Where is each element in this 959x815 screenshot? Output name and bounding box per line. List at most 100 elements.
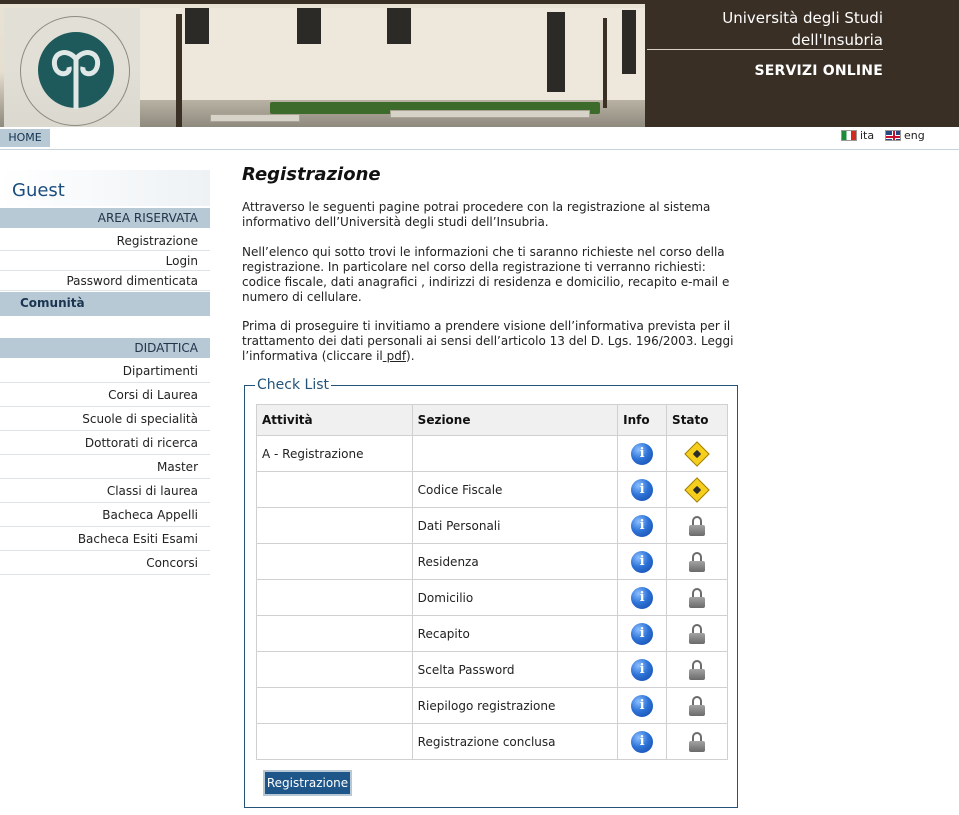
cell-sezione: Codice Fiscale [411, 471, 619, 508]
cell-info: i [617, 651, 668, 688]
info-icon[interactable]: i [631, 622, 654, 645]
lock-icon [689, 623, 706, 644]
cell-sezione: Scelta Password [411, 651, 619, 688]
cell-stato [666, 615, 728, 652]
logo-panel [4, 8, 140, 127]
cell-sezione [411, 435, 619, 472]
lang-en-link[interactable]: eng [885, 129, 925, 142]
table-row: Residenza i [256, 543, 728, 580]
sidebar-item-dottorati-di-ricerca[interactable]: Dottorati di ricerca [0, 431, 210, 455]
requirements-paragraph: Nell’elenco qui sotto trovi le informazi… [242, 245, 730, 304]
lock-icon [689, 587, 706, 608]
lock-icon [689, 551, 706, 572]
table-header-row: Attività Sezione Info Stato [256, 404, 728, 436]
checklist-body: A - Registrazione i Codice Fiscale i Dati Pe… [256, 435, 728, 760]
table-row: Codice Fiscale i [256, 471, 728, 508]
cell-attivita [256, 543, 413, 580]
cell-info: i [617, 435, 668, 472]
col-sezione: Sezione [411, 404, 619, 436]
sidebar-item-corsi-di-laurea[interactable]: Corsi di Laurea [0, 383, 210, 407]
checklist-table: Attività Sezione Info Stato A - Registra… [256, 404, 728, 760]
lock-icon [689, 659, 706, 680]
lang-it-link[interactable]: ita [841, 129, 874, 142]
sidebar-item-classi-di-laurea[interactable]: Classi di laurea [0, 479, 210, 503]
sidebar-item-password-dimenticata[interactable]: Password dimenticata [0, 271, 210, 291]
cell-info: i [617, 615, 668, 652]
col-attivita: Attività [256, 404, 413, 436]
info-icon[interactable]: i [631, 442, 654, 465]
cell-stato [666, 579, 728, 616]
cell-stato [666, 435, 728, 472]
info-icon[interactable]: i [631, 658, 654, 681]
sidebar-item-bacheca-esiti-esami[interactable]: Bacheca Esiti Esami [0, 527, 210, 551]
services-subtitle: SERVIZI ONLINE [754, 63, 883, 79]
checklist-legend: Check List [255, 377, 331, 393]
privacy-paragraph: Prima di proseguire ti invitiamo a prend… [242, 319, 734, 363]
table-row: Registrazione conclusa i [256, 723, 728, 760]
cell-info: i [617, 723, 668, 760]
cell-attivita: A - Registrazione [256, 435, 413, 472]
sidebar-item-login[interactable]: Login [0, 251, 210, 271]
cell-sezione: Residenza [411, 543, 619, 580]
checklist-box: Check List Attività Sezione Info Stato A… [244, 377, 738, 808]
page-title: Registrazione [242, 164, 381, 185]
table-row: Domicilio i [256, 579, 728, 616]
top-nav-bar: HOME ita eng [0, 127, 959, 150]
uk-flag-icon [885, 130, 901, 141]
cell-info: i [617, 471, 668, 508]
italian-flag-icon [841, 130, 857, 141]
lock-icon [689, 695, 706, 716]
table-row: Dati Personali i [256, 507, 728, 544]
sidebar-item-scuole-di-specialita[interactable]: Scuole di specialità [0, 407, 210, 431]
info-icon[interactable]: i [631, 514, 654, 537]
cell-attivita [256, 687, 413, 724]
cell-info: i [617, 543, 668, 580]
intro-paragraph: Attraverso le seguenti pagine potrai pro… [242, 200, 711, 229]
cell-attivita [256, 651, 413, 688]
warning-icon [684, 476, 710, 503]
university-seal-icon [20, 16, 130, 126]
sidebar-item-dipartimenti[interactable]: Dipartimenti [0, 359, 210, 383]
site-header: Università degli Studi dell'Insubria SER… [0, 0, 959, 127]
info-icon[interactable]: i [631, 550, 654, 573]
cell-sezione: Riepilogo registrazione [411, 687, 619, 724]
table-row: Scelta Password i [256, 651, 728, 688]
cell-info: i [617, 507, 668, 544]
cell-attivita [256, 723, 413, 760]
col-info: Info [617, 404, 668, 436]
cell-stato [666, 723, 728, 760]
cell-stato [666, 651, 728, 688]
table-row: Recapito i [256, 615, 728, 652]
cell-sezione: Domicilio [411, 579, 619, 616]
col-stato: Stato [666, 404, 728, 436]
cell-sezione: Registrazione conclusa [411, 723, 619, 760]
privacy-pdf-link[interactable]: pdf [383, 349, 406, 363]
home-tab[interactable]: HOME [0, 129, 50, 147]
cell-stato [666, 543, 728, 580]
lock-icon [689, 731, 706, 752]
sidebar-item-comunita[interactable]: Comunità [0, 292, 210, 316]
cell-sezione: Dati Personali [411, 507, 619, 544]
sidebar-item-concorsi[interactable]: Concorsi [0, 551, 210, 575]
cell-stato [666, 507, 728, 544]
info-icon[interactable]: i [631, 730, 654, 753]
cell-attivita [256, 615, 413, 652]
info-icon[interactable]: i [631, 586, 654, 609]
cell-info: i [617, 579, 668, 616]
brand-block: Università degli Studi dell'Insubria SER… [645, 0, 959, 127]
sidebar-item-bacheca-appelli[interactable]: Bacheca Appelli [0, 503, 210, 527]
cell-attivita [256, 579, 413, 616]
table-row: Riepilogo registrazione i [256, 687, 728, 724]
sidebar-item-registrazione[interactable]: Registrazione [0, 231, 210, 251]
cell-info: i [617, 687, 668, 724]
info-icon[interactable]: i [631, 478, 654, 501]
user-label: Guest [0, 170, 210, 206]
area-riservata-heading: AREA RISERVATA [0, 208, 210, 228]
cell-sezione: Recapito [411, 615, 619, 652]
info-icon[interactable]: i [631, 694, 654, 717]
cell-attivita [256, 471, 413, 508]
sidebar-item-master[interactable]: Master [0, 455, 210, 479]
registrazione-button[interactable]: Registrazione [263, 770, 352, 796]
cell-stato [666, 687, 728, 724]
lock-icon [689, 515, 706, 536]
